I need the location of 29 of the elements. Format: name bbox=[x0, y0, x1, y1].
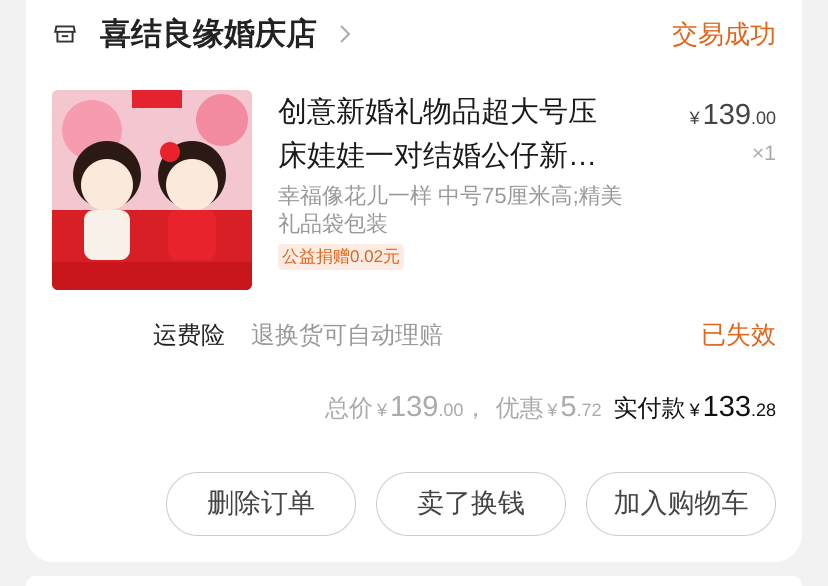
separator: ， bbox=[463, 394, 488, 424]
insurance-status: 已失效 bbox=[701, 320, 776, 352]
shop-name[interactable]: 喜结良缘婚庆店 bbox=[100, 10, 317, 58]
price-decimal: .72 bbox=[576, 399, 602, 422]
product-title[interactable]: 创意新婚礼物品超大号压床娃娃一对结婚公仔新… bbox=[278, 90, 623, 178]
action-button[interactable]: 加入购物车 bbox=[586, 472, 776, 536]
currency-symbol: ¥ bbox=[376, 399, 387, 422]
insurance-description: 退换货可自动理赔 bbox=[251, 321, 443, 351]
price-integer: 139 bbox=[390, 390, 438, 425]
order-status: 交易成功 bbox=[672, 18, 776, 50]
price-decimal: .00 bbox=[438, 399, 464, 422]
price-decimal: .00 bbox=[750, 107, 776, 130]
currency-symbol: ¥ bbox=[690, 399, 700, 422]
price-integer: 133 bbox=[702, 390, 751, 425]
total-label: 实付款 bbox=[614, 394, 686, 424]
price-integer: 139 bbox=[702, 98, 751, 133]
currency-symbol: ¥ bbox=[547, 399, 558, 422]
action-button[interactable]: 删除订单 bbox=[166, 472, 356, 536]
insurance-label: 运费险 bbox=[153, 321, 225, 351]
total-label: 优惠 bbox=[495, 394, 544, 424]
quantity: ×1 bbox=[752, 140, 776, 166]
chevron-right-icon[interactable] bbox=[339, 24, 351, 44]
donation-tag: 公益捐赠0.02元 bbox=[278, 244, 404, 270]
total-label: 总价 bbox=[324, 394, 373, 424]
price-decimal: .28 bbox=[750, 399, 776, 422]
action-button[interactable]: 卖了换钱 bbox=[376, 472, 566, 536]
product-spec: 幸福像花儿一样 中号75厘米高;精美礼品袋包装 bbox=[278, 182, 624, 238]
price-integer: 5 bbox=[560, 390, 577, 425]
currency-symbol: ¥ bbox=[690, 107, 700, 130]
